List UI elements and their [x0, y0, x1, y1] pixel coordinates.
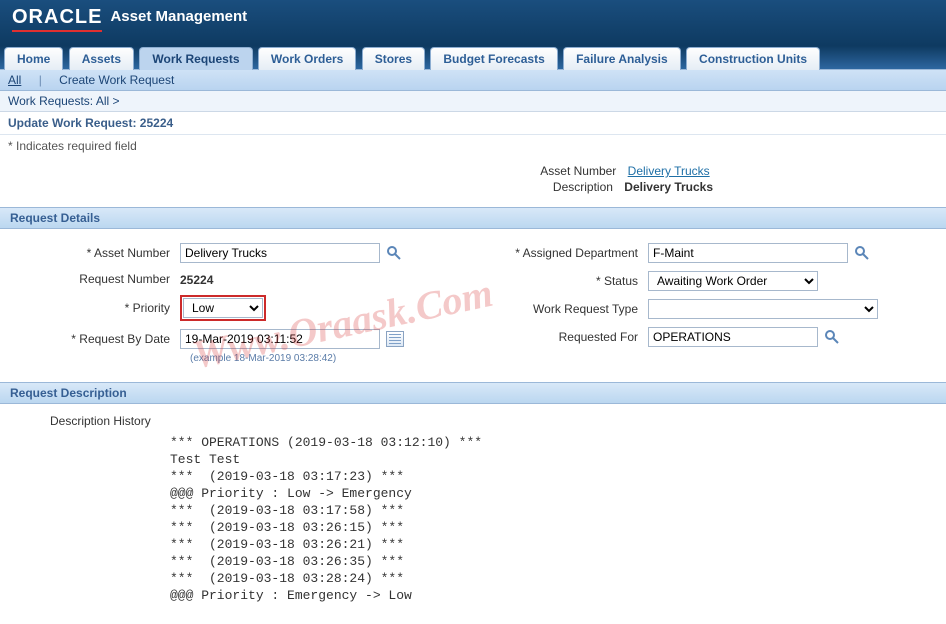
subtab-separator: | [39, 73, 42, 87]
date-example: (example 18-Mar-2019 03:28:42) [190, 353, 458, 364]
tab-construction-units[interactable]: Construction Units [686, 47, 820, 70]
tab-assets[interactable]: Assets [69, 47, 134, 70]
tab-work-requests[interactable]: Work Requests [139, 47, 252, 70]
subtab-create-work-request[interactable]: Create Work Request [59, 73, 174, 87]
asset-number-field-label: Asset Number [20, 246, 180, 260]
calendar-icon[interactable] [386, 331, 404, 347]
app-title: Asset Management [110, 8, 247, 25]
breadcrumb-link[interactable]: Work Requests: All > [8, 94, 120, 108]
priority-select[interactable]: Low [183, 298, 263, 318]
breadcrumb: Work Requests: All > [0, 91, 946, 112]
priority-highlight: Low [180, 295, 266, 321]
status-select[interactable]: Awaiting Work Order [648, 271, 818, 291]
asset-description-value: Delivery Trucks [624, 179, 713, 195]
description-history-text: *** OPERATIONS (2019-03-18 03:12:10) ***… [170, 434, 916, 604]
asset-summary: Asset Number Delivery Trucks Description… [0, 157, 946, 207]
work-request-type-select[interactable] [648, 299, 878, 319]
subtab-all[interactable]: All [8, 73, 21, 87]
tab-failure-analysis[interactable]: Failure Analysis [563, 47, 681, 70]
request-number-label: Request Number [20, 272, 180, 286]
search-icon[interactable] [824, 329, 840, 345]
app-header: ORACLE Asset Management [0, 0, 946, 46]
tab-home[interactable]: Home [4, 47, 63, 70]
status-label: Status [488, 274, 648, 288]
description-area: Description History *** OPERATIONS (2019… [0, 404, 946, 624]
assigned-department-input[interactable] [648, 243, 848, 263]
search-icon[interactable] [386, 245, 402, 261]
section-request-details: Request Details [0, 207, 946, 229]
oracle-logo: ORACLE [12, 6, 102, 32]
tab-work-orders[interactable]: Work Orders [258, 47, 356, 70]
requested-for-label: Requested For [488, 330, 648, 344]
priority-label: Priority [20, 301, 180, 315]
asset-number-label: Asset Number [236, 163, 616, 179]
request-by-date-input[interactable] [180, 329, 380, 349]
main-tabs: Home Assets Work Requests Work Orders St… [0, 46, 946, 70]
asset-description-label: Description [233, 179, 613, 195]
description-history-label: Description History [50, 414, 916, 428]
asset-number-link[interactable]: Delivery Trucks [628, 164, 710, 178]
subtabs: All | Create Work Request [0, 70, 946, 91]
tab-budget-forecasts[interactable]: Budget Forecasts [430, 47, 557, 70]
tab-stores[interactable]: Stores [362, 47, 425, 70]
required-field-note: * Indicates required field [0, 135, 946, 157]
asset-number-input[interactable] [180, 243, 380, 263]
request-details-form: Asset Number Request Number 25224 Priori… [0, 229, 946, 382]
work-request-type-label: Work Request Type [488, 302, 648, 316]
request-by-date-label: Request By Date [20, 332, 180, 346]
assigned-department-label: Assigned Department [488, 246, 648, 260]
request-number-value: 25224 [180, 271, 213, 287]
section-request-description: Request Description [0, 382, 946, 404]
requested-for-input[interactable] [648, 327, 818, 347]
search-icon[interactable] [854, 245, 870, 261]
page-title: Update Work Request: 25224 [0, 112, 946, 135]
